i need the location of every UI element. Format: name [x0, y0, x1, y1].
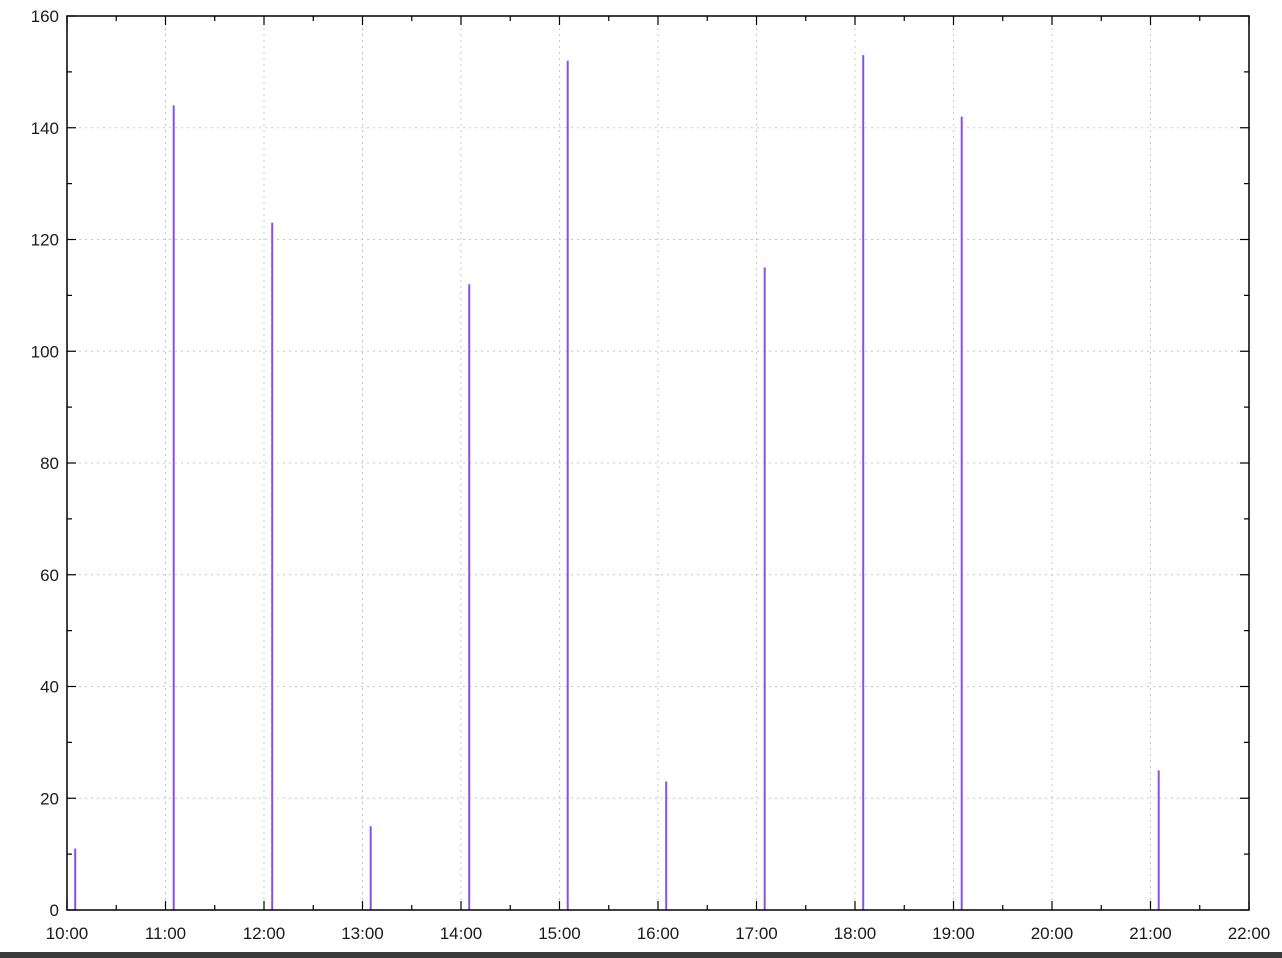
x-tick-label: 13:00	[341, 924, 384, 943]
plot-frame	[66, 15, 1250, 911]
grid	[66, 15, 1250, 911]
y-tick-label: 100	[31, 342, 59, 361]
y-tick-label: 140	[31, 119, 59, 138]
x-tick-label: 18:00	[834, 924, 877, 943]
x-tick-label: 17:00	[735, 924, 778, 943]
y-tick-label: 20	[40, 789, 59, 808]
x-tick-label: 21:00	[1129, 924, 1172, 943]
x-axis-tick-labels: 10:00 11:00 12:00 13:00 14:00 15:00 16:00 17:00…	[46, 924, 1271, 943]
window-bottom-edge	[0, 952, 1282, 958]
x-tick-label: 10:00	[46, 924, 89, 943]
y-axis-tick-labels: 0 20 40 60 80 100 120 140 160	[31, 7, 59, 920]
y-tick-label: 40	[40, 678, 59, 697]
x-tick-label: 11:00	[145, 924, 186, 943]
y-tick-label: 120	[31, 231, 59, 250]
bar-chart: 10:00 11:00 12:00 13:00 14:00 15:00 16:00 17:00…	[31, 7, 1271, 943]
x-tick-label: 22:00	[1228, 924, 1271, 943]
y-tick-label: 0	[50, 901, 59, 920]
x-tick-label: 16:00	[637, 924, 680, 943]
x-tick-label: 14:00	[440, 924, 483, 943]
x-tick-label: 15:00	[538, 924, 581, 943]
bars	[74, 55, 1160, 910]
x-tick-label: 12:00	[243, 924, 286, 943]
tick-marks	[66, 15, 1250, 911]
y-tick-label: 60	[40, 566, 59, 585]
y-tick-label: 80	[40, 454, 59, 473]
y-tick-label: 160	[31, 7, 59, 26]
x-tick-label: 20:00	[1031, 924, 1074, 943]
x-tick-label: 19:00	[932, 924, 975, 943]
